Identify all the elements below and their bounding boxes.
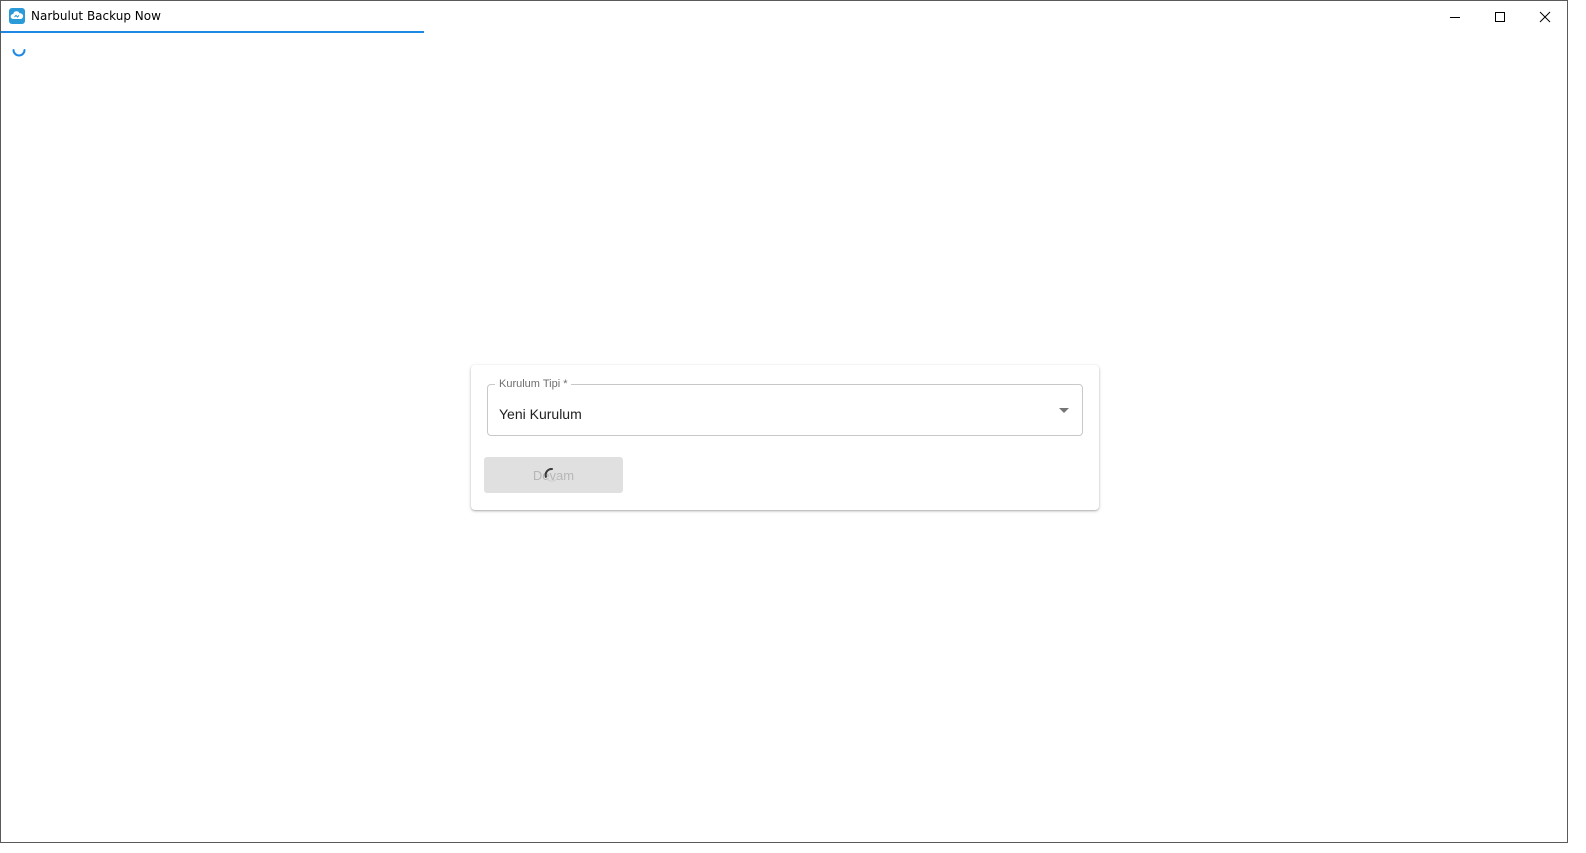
minimize-button[interactable]	[1432, 1, 1478, 32]
close-button[interactable]	[1522, 1, 1568, 32]
title-bar[interactable]: Narbulut Backup Now	[1, 1, 1567, 32]
installation-type-select[interactable]: Kurulum Tipi * Yeni Kurulum	[487, 378, 1083, 436]
app-logo-icon	[9, 8, 25, 24]
loading-spinner-icon	[12, 49, 26, 57]
maximize-icon	[1495, 11, 1505, 22]
loading-progress-bar	[1, 31, 424, 33]
close-icon	[1539, 11, 1551, 22]
continue-button[interactable]: Devam	[484, 457, 623, 493]
installation-type-value: Yeni Kurulum	[499, 406, 582, 422]
app-window: Narbulut Backup Now Kurulum Tipi * Yeni …	[0, 0, 1568, 843]
setup-card: Kurulum Tipi * Yeni Kurulum Devam	[471, 365, 1099, 510]
minimize-icon	[1450, 16, 1460, 18]
chevron-down-icon	[1059, 408, 1069, 413]
button-spinner-icon	[544, 468, 559, 482]
installation-type-label: Kurulum Tipi *	[495, 378, 572, 390]
maximize-button[interactable]	[1477, 1, 1523, 32]
window-title: Narbulut Backup Now	[31, 9, 161, 23]
